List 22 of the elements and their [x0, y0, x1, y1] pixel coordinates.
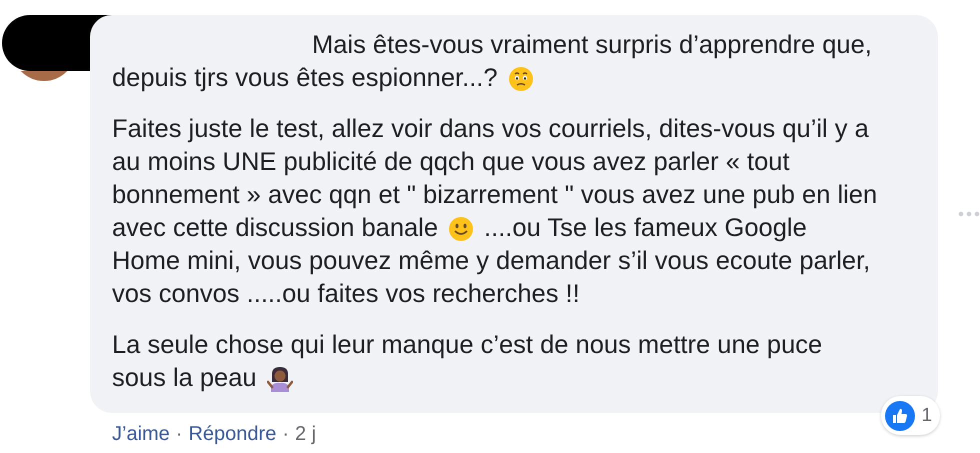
reaction-count: 1: [921, 404, 932, 428]
comment-text: sous la peau: [112, 363, 257, 394]
separator-dot: ·: [282, 423, 289, 445]
comment-text: Mais êtes-vous vraiment surpris d’apprendre que,: [312, 30, 872, 61]
timestamp: 2 j: [294, 423, 316, 445]
comment-text: La seule chose qui leur manque c’est de nous mettre une puce: [112, 330, 822, 361]
reaction-badge[interactable]: 1: [881, 396, 940, 435]
action-link[interactable]: Répondre: [188, 423, 276, 445]
action-link[interactable]: J’aime: [112, 423, 170, 445]
comment-text: vos convos .....ou faites vos recherches !!: [112, 279, 580, 310]
shrugging-figure-icon: [266, 366, 293, 392]
comment-text: Faites juste le test, allez voir dans vos courriels, dites-vous qu’il y a: [112, 114, 869, 145]
comment-text: bonnement » avec qqn et " bizarrement " vous avez une pub en lien: [112, 180, 878, 211]
like-icon: [885, 400, 916, 430]
separator-dot: ·: [176, 423, 182, 445]
smiley-face-icon: [448, 216, 474, 242]
comment-text: depuis tjrs vous êtes espionner...?: [112, 63, 498, 94]
worried-face-icon: [508, 66, 534, 92]
comment-text: ....ou Tse les fameux Google: [484, 213, 807, 244]
comment-text: Home mini, vous pouvez même y demander s’il vous ecoute parler,: [112, 246, 870, 277]
comment-text: avec cette discussion banale: [112, 213, 438, 244]
comment-text: au moins UNE publicité de qqch que vous avez parler « tout: [112, 147, 790, 178]
